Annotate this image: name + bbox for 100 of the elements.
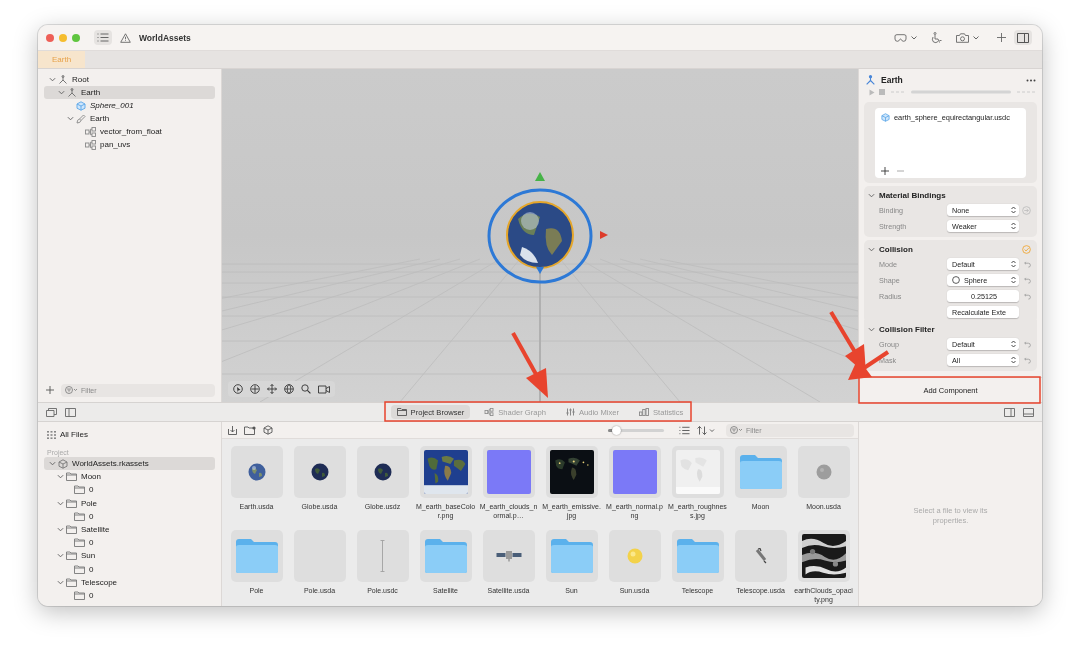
new-folder-icon[interactable] (244, 425, 256, 435)
cube-icon[interactable] (263, 425, 273, 435)
reset-icon[interactable] (1024, 276, 1031, 284)
folder-icon (74, 538, 85, 548)
reset-icon[interactable] (1024, 260, 1031, 268)
asset-tile[interactable] (608, 446, 661, 498)
tree-item[interactable]: 0 (44, 536, 215, 550)
asset-tile[interactable] (608, 530, 661, 582)
accessibility-icon[interactable] (931, 31, 942, 44)
node-graph-icon (85, 139, 96, 150)
tree-item[interactable]: Earth (44, 112, 215, 125)
folder-icon (396, 408, 407, 416)
import-icon[interactable] (228, 425, 237, 435)
chevron-icon[interactable] (56, 499, 64, 507)
sort-icon[interactable] (697, 425, 715, 435)
reset-icon[interactable] (1024, 340, 1031, 348)
asset-tile[interactable] (419, 530, 472, 582)
sphere-icon (815, 464, 832, 480)
folder-icon (74, 564, 85, 574)
close-button[interactable] (46, 33, 54, 42)
reset-icon[interactable] (1024, 292, 1031, 300)
all-files-item[interactable]: All Files (44, 428, 215, 441)
chevron-icon[interactable] (57, 89, 65, 96)
asset-tile[interactable] (671, 446, 724, 498)
filter-icon[interactable] (65, 386, 78, 394)
asset-tile[interactable] (797, 530, 850, 582)
move-icon[interactable] (250, 384, 260, 394)
warning-icon[interactable] (120, 32, 131, 43)
asset-tile[interactable] (482, 446, 535, 498)
bottom-panel-icon[interactable] (1023, 407, 1034, 417)
rotate-icon[interactable] (284, 384, 294, 394)
asset-tile[interactable] (419, 446, 472, 498)
chevron-icon[interactable] (868, 245, 875, 253)
bar-chart-icon (639, 408, 649, 416)
satellite-icon (495, 550, 522, 562)
chevron-icon[interactable] (48, 76, 56, 83)
tree-item[interactable]: Earth (44, 86, 215, 99)
asset-tile[interactable] (293, 446, 346, 498)
list-icon[interactable] (94, 30, 112, 45)
reset-icon[interactable] (1024, 356, 1031, 364)
chevron-icon[interactable] (66, 115, 74, 122)
windows-icon[interactable] (46, 407, 57, 417)
asset-tile[interactable] (545, 446, 598, 498)
folder-icon (66, 498, 77, 508)
tree-item[interactable]: Telescope (44, 575, 215, 589)
asset-tile[interactable] (797, 446, 850, 498)
tree-item[interactable]: Pole (44, 496, 215, 510)
chevron-icon[interactable] (56, 578, 64, 586)
tree-item[interactable]: 0 (44, 483, 215, 497)
tree-item[interactable]: WorldAssets.rkassets (44, 457, 215, 471)
tree-item[interactable]: 0 (44, 562, 215, 576)
asset-tile[interactable] (482, 530, 535, 582)
sidebar-icon[interactable] (1004, 407, 1015, 417)
zoom-button[interactable] (72, 33, 80, 42)
select-icon[interactable] (233, 384, 243, 394)
chevron-icon[interactable] (48, 460, 56, 468)
add-icon[interactable] (997, 33, 1006, 42)
asset-tile[interactable] (356, 446, 409, 498)
asset-tile[interactable] (230, 446, 283, 498)
asset-tile[interactable] (230, 530, 283, 582)
tree-item[interactable]: vector_from_float (44, 125, 215, 138)
camera-icon[interactable] (956, 32, 969, 43)
headset-icon[interactable] (894, 33, 907, 42)
play-icon[interactable] (869, 88, 875, 96)
zoom-icon[interactable] (301, 384, 311, 394)
video-camera-icon[interactable] (318, 384, 330, 394)
slider-thumb[interactable] (612, 425, 622, 435)
filter-icon[interactable] (730, 426, 743, 434)
chevron-icon[interactable] (973, 35, 979, 40)
chevron-icon[interactable] (911, 35, 917, 40)
asset-tile[interactable] (356, 530, 409, 582)
folder-icon (66, 577, 77, 587)
tree-item[interactable]: Satellite (44, 522, 215, 537)
chevron-icon[interactable] (56, 473, 64, 481)
chevron-icon[interactable] (56, 526, 64, 534)
tree-item[interactable]: Root (44, 73, 215, 86)
minimize-button[interactable] (59, 33, 67, 42)
tree-item[interactable]: 0 (44, 588, 215, 603)
more-icon[interactable] (1026, 78, 1036, 82)
translate-icon[interactable] (267, 384, 277, 394)
sidebar-icon[interactable] (65, 407, 76, 417)
size-slider[interactable] (608, 428, 664, 432)
add-icon[interactable] (46, 386, 54, 394)
asset-tile[interactable] (671, 530, 724, 582)
folder-icon (66, 551, 77, 561)
list-icon[interactable] (679, 425, 690, 435)
chevron-icon[interactable] (868, 191, 875, 199)
tree-item[interactable]: pan_uvs (44, 138, 215, 151)
mixer-icon (565, 408, 575, 416)
tree-item[interactable]: Sun (44, 549, 215, 563)
asset-tile[interactable] (734, 530, 787, 582)
asset-tile[interactable] (545, 530, 598, 582)
tree-item[interactable]: Moon (44, 470, 215, 484)
asset-tile[interactable] (734, 446, 787, 498)
chevron-icon[interactable] (868, 325, 875, 333)
tree-item[interactable]: Sphere_001 (44, 99, 215, 112)
tree-item[interactable]: 0 (44, 509, 215, 523)
add-icon[interactable] (881, 167, 889, 175)
chevron-icon[interactable] (56, 552, 64, 560)
sidebar-icon[interactable] (1014, 30, 1032, 45)
